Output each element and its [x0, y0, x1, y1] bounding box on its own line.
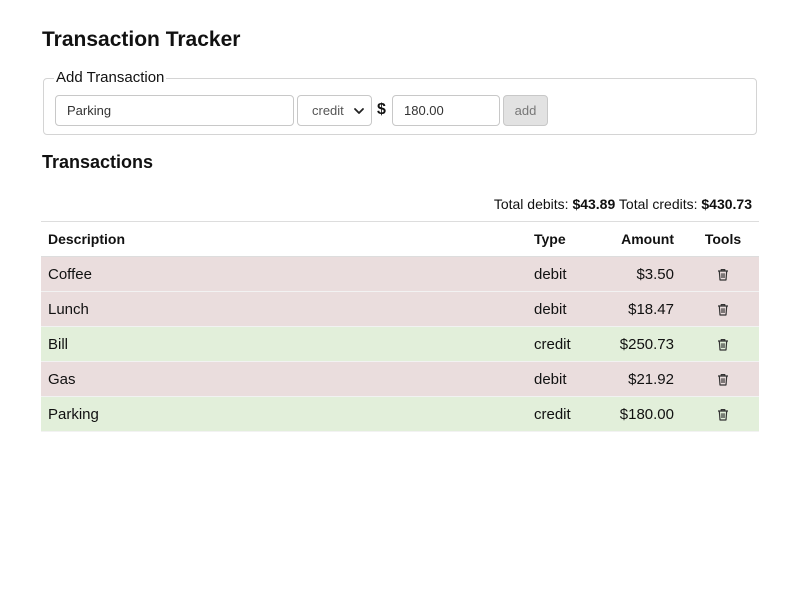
cell-type: credit	[527, 326, 603, 362]
amount-input[interactable]	[392, 95, 500, 126]
cell-type: credit	[527, 396, 603, 432]
cell-tools	[687, 361, 759, 397]
total-credits-label: Total credits:	[618, 196, 698, 212]
cell-amount: $3.50	[603, 256, 687, 292]
page-title: Transaction Tracker	[42, 28, 241, 51]
transactions-table: Description Type Amount Tools Coffee deb…	[41, 221, 759, 432]
header-description: Description	[48, 231, 126, 247]
cell-type: debit	[527, 361, 603, 397]
currency-symbol: $	[377, 101, 386, 118]
chevron-down-icon	[354, 107, 364, 114]
cell-description: Parking	[41, 396, 527, 432]
cell-type: debit	[527, 256, 603, 292]
header-type: Type	[534, 231, 566, 247]
description-input[interactable]	[55, 95, 294, 126]
table-row: Gas debit $21.92	[41, 361, 759, 397]
cell-amount: $21.92	[603, 361, 687, 397]
header-tools: Tools	[704, 231, 742, 247]
add-transaction-legend: Add Transaction	[56, 69, 165, 86]
total-credits-value: $430.73	[701, 196, 752, 212]
cell-amount: $18.47	[603, 291, 687, 327]
cell-tools	[687, 326, 759, 362]
cell-tools	[687, 396, 759, 432]
table-row: Bill credit $250.73	[41, 326, 759, 362]
table-row: Coffee debit $3.50	[41, 256, 759, 292]
cell-tools	[687, 256, 759, 292]
total-debits-label: Total debits:	[493, 196, 569, 212]
cell-tools	[687, 291, 759, 327]
cell-description: Lunch	[41, 291, 527, 327]
table-row: Parking credit $180.00	[41, 396, 759, 432]
trash-icon[interactable]	[717, 408, 729, 421]
total-debits-value: $43.89	[572, 196, 616, 212]
trash-icon[interactable]	[717, 303, 729, 316]
transactions-heading: Transactions	[42, 152, 154, 172]
cell-amount: $180.00	[603, 396, 687, 432]
page: Transaction Tracker Add Transaction cred…	[0, 0, 800, 600]
cell-description: Coffee	[41, 256, 527, 292]
cell-description: Gas	[41, 361, 527, 397]
table-row: Lunch debit $18.47	[41, 291, 759, 327]
trash-icon[interactable]	[717, 268, 729, 281]
trash-icon[interactable]	[717, 338, 729, 351]
header-amount: Amount	[621, 231, 674, 247]
add-button[interactable]: add	[503, 95, 548, 126]
type-select-value: credit	[312, 103, 344, 118]
cell-description: Bill	[41, 326, 527, 362]
table-header-row: Description Type Amount Tools	[41, 221, 759, 257]
totals-summary: Total debits: $43.89 Total credits: $430…	[494, 195, 752, 213]
type-select[interactable]: credit	[297, 95, 372, 126]
cell-type: debit	[527, 291, 603, 327]
trash-icon[interactable]	[717, 373, 729, 386]
cell-amount: $250.73	[603, 326, 687, 362]
